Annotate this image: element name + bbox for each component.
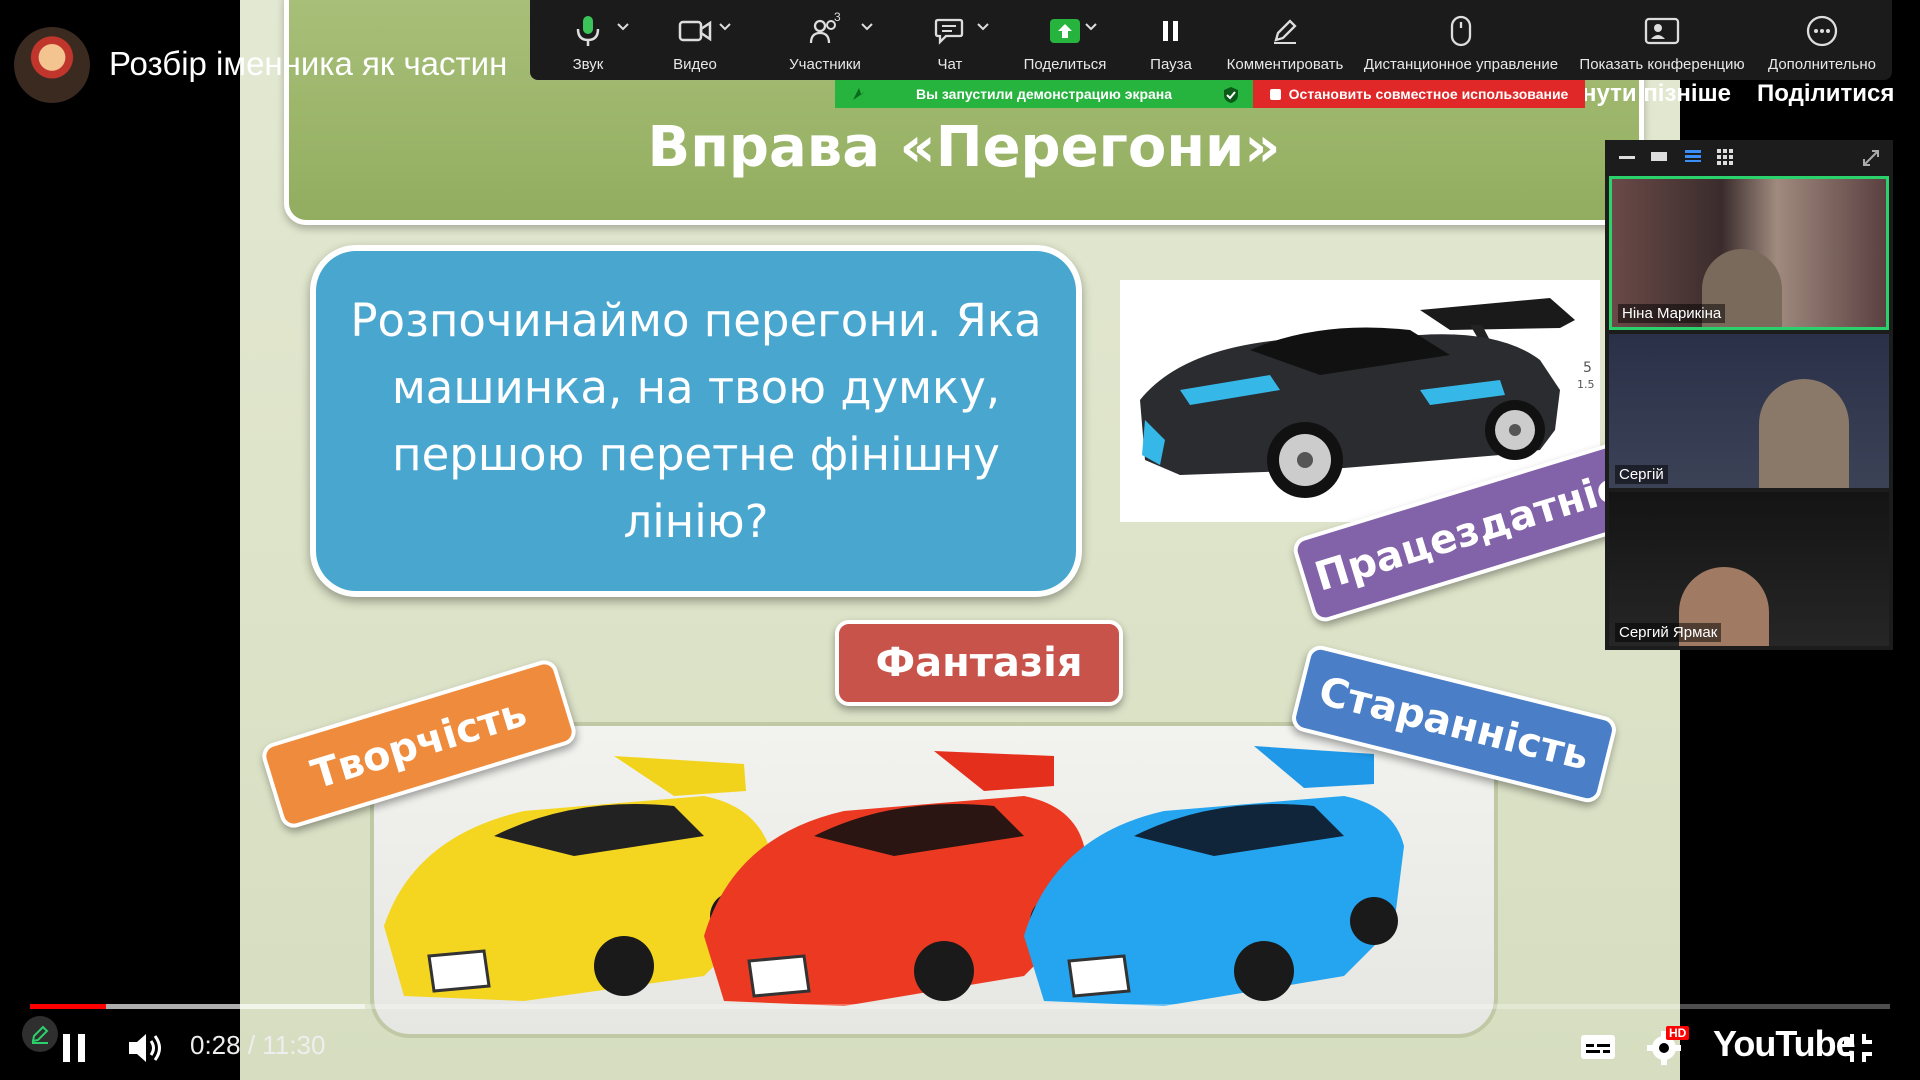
chat-button[interactable]: Чат <box>915 10 985 78</box>
more-button[interactable]: Дополнительно <box>1762 10 1882 78</box>
more-icon <box>1806 10 1838 52</box>
video-frame[interactable]: Налаштд Вправа «Перегони» Розпочинаймо п… <box>240 0 1680 1080</box>
three-cars-image <box>370 722 1498 1038</box>
grid-view-icon[interactable] <box>1717 149 1733 165</box>
progress-bar[interactable] <box>30 1004 1890 1009</box>
participant-tile-nina[interactable]: Ніна Марикіна <box>1609 176 1889 330</box>
video-label: Видео <box>673 56 717 73</box>
chat-icon <box>934 10 966 52</box>
stop-square-icon <box>1269 88 1281 100</box>
car-label-small: 5 <box>1583 360 1592 376</box>
participants-label: Участники <box>789 56 861 73</box>
chat-chevron-down-icon[interactable] <box>976 22 990 32</box>
youtube-logo[interactable]: YouTube <box>1713 1023 1856 1065</box>
time-total: 11:30 <box>262 1030 326 1060</box>
participant-tile-serhii-yarmak[interactable]: Сергий Ярмак <box>1609 492 1889 646</box>
remote-control-label: Дистанционное управление <box>1363 56 1559 73</box>
share-chevron-down-icon[interactable] <box>1084 22 1098 32</box>
annotate-label: Комментировать <box>1226 56 1344 73</box>
exit-fullscreen-icon <box>1844 1034 1872 1062</box>
hd-badge: HD <box>1666 1026 1690 1040</box>
edit-pencil-button[interactable] <box>22 1016 58 1052</box>
progress-played <box>30 1004 107 1009</box>
remote-control-button[interactable]: Дистанционное управление <box>1356 10 1566 78</box>
tag-fantasy: Фантазія <box>835 620 1123 706</box>
video-camera-icon <box>678 10 712 52</box>
channel-avatar[interactable] <box>14 27 90 103</box>
yellow-car <box>384 756 769 1001</box>
audio-label: Звук <box>572 56 604 73</box>
microphone-icon <box>574 10 602 52</box>
participant-name: Сергий Ярмак <box>1615 623 1722 642</box>
share-status-banner: Вы запустили демонстрацию экрана <box>835 80 1253 108</box>
video-chevron-down-icon[interactable] <box>718 22 732 32</box>
time-separator: / <box>240 1030 263 1060</box>
participants-count: 3 <box>834 10 841 24</box>
shield-check-icon <box>1224 87 1238 103</box>
chat-label: Чат <box>937 56 963 73</box>
pause-icon <box>1161 10 1181 52</box>
pencil-icon <box>31 1025 49 1044</box>
subtitles-icon <box>1581 1035 1615 1059</box>
red-car <box>704 751 1084 1006</box>
pause-icon <box>63 1034 85 1062</box>
subtitles-button[interactable] <box>1578 1030 1618 1064</box>
zoom-toolbar: Звук Видео Участники 3 Чат Поделиться Па… <box>530 0 1892 80</box>
pencil-icon <box>1270 10 1300 52</box>
blue-car <box>1024 746 1404 1006</box>
participants-button[interactable]: Участники <box>770 10 880 78</box>
participant-video <box>1759 379 1849 488</box>
participants-panel: Ніна Марикіна Сергій Сергий Ярмак <box>1605 140 1893 650</box>
mouse-icon <box>1449 10 1473 52</box>
minimize-icon[interactable] <box>1619 156 1635 159</box>
video-button[interactable]: Видео <box>660 10 730 78</box>
question-box: Розпочинаймо перегони. Яка машинка, на т… <box>310 245 1082 597</box>
time-display: 0:28 / 11:30 <box>190 1030 325 1061</box>
slide-title: Вправа «Перегони» <box>647 115 1281 180</box>
more-label: Дополнительно <box>1768 56 1876 73</box>
pause-button[interactable] <box>56 1030 92 1066</box>
question-text: Розпочинаймо перегони. Яка машинка, на т… <box>350 294 1042 548</box>
volume-icon <box>129 1034 161 1062</box>
stop-sharing-button[interactable]: Остановить совместное использование <box>1253 80 1585 108</box>
share-screen-button[interactable]: Поделиться <box>1015 10 1115 78</box>
watch-later-button[interactable]: нути пізніше <box>1582 80 1731 108</box>
share-screen-label: Поделиться <box>1023 56 1107 73</box>
video-title[interactable]: Розбір іменника як частин <box>109 45 507 83</box>
participants-chevron-down-icon[interactable] <box>860 22 874 32</box>
audio-chevron-down-icon[interactable] <box>616 22 630 32</box>
time-current: 0:28 <box>190 1030 241 1060</box>
gallery-strip-icon[interactable] <box>1685 150 1701 162</box>
car-label-small2: 1.5 <box>1577 378 1595 391</box>
pause-share-button[interactable]: Пауза <box>1136 10 1206 78</box>
expand-icon[interactable] <box>1861 148 1881 168</box>
pause-label: Пауза <box>1150 56 1192 73</box>
settings-button[interactable]: HD <box>1644 1026 1690 1068</box>
stop-sharing-label: Остановить совместное использование <box>1288 86 1569 102</box>
show-meeting-button[interactable]: Показать конференцию <box>1572 10 1752 78</box>
share-screen-icon <box>1048 10 1082 52</box>
share-status-icon <box>853 88 865 100</box>
volume-button[interactable] <box>126 1028 166 1068</box>
show-meeting-icon <box>1644 10 1680 52</box>
share-button[interactable]: Поділитися <box>1757 80 1894 108</box>
show-meeting-label: Показать конференцию <box>1579 56 1745 73</box>
participant-name: Сергій <box>1615 465 1668 484</box>
participant-tile-serhii[interactable]: Сергій <box>1609 334 1889 488</box>
exit-fullscreen-button[interactable] <box>1838 1028 1878 1068</box>
speaker-view-icon[interactable] <box>1651 152 1667 161</box>
annotate-button[interactable]: Комментировать <box>1220 10 1350 78</box>
participant-name: Ніна Марикіна <box>1618 304 1726 323</box>
audio-button[interactable]: Звук <box>558 10 618 78</box>
share-status-text: Вы запустили демонстрацию экрана <box>915 86 1173 102</box>
